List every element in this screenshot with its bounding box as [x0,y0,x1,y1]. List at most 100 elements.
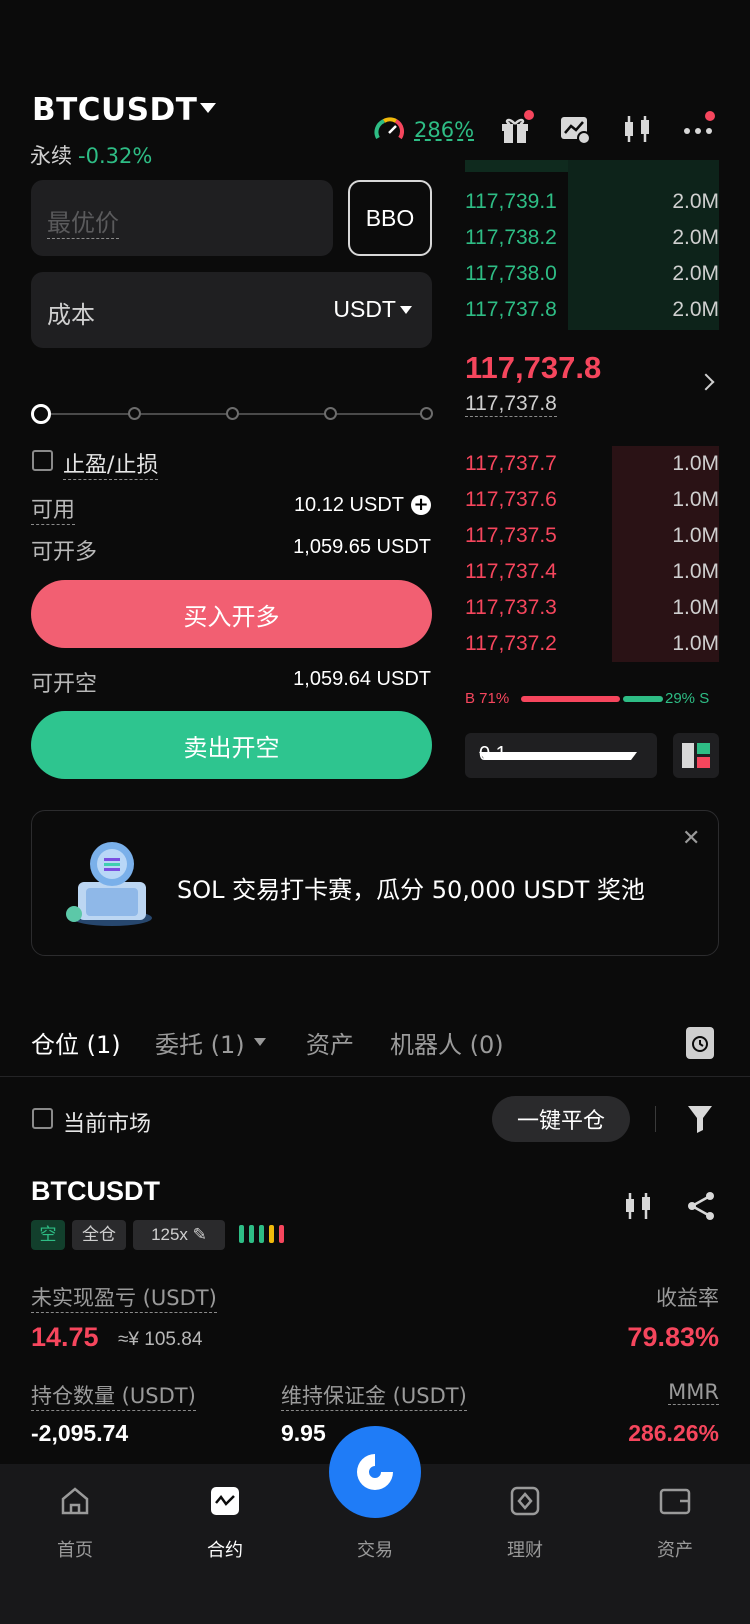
nav-label: 资产 [657,1540,693,1561]
slider-step[interactable] [420,407,433,420]
close-all-button[interactable]: 一键平仓 [492,1096,630,1142]
nav-label: 理财 [507,1540,543,1561]
maint-margin-value: 9.95 [281,1420,326,1446]
candlestick-icon[interactable] [622,1190,654,1222]
contract-type: 永续 [30,144,72,168]
mmr-value: 286.26% [628,1420,719,1446]
slider-step[interactable] [128,407,141,420]
mark-price[interactable]: 117,737.8 [465,392,557,417]
add-funds-icon[interactable]: + [411,495,431,515]
edit-icon[interactable]: ✎ [193,1225,207,1244]
leverage-badge[interactable]: 125x ✎ [133,1220,225,1250]
chevron-down-icon[interactable] [400,306,412,314]
price-change: -0.32% [78,144,153,168]
adl-indicator [239,1225,244,1243]
filter-icon[interactable] [686,1104,714,1134]
max-short-value: 1,059.64 USDT [293,668,431,690]
risk-gauge-icon[interactable] [374,116,404,146]
tpsl-label[interactable]: 止盈/止损 [63,447,159,480]
orderbook-row[interactable]: 117,737.7 1.0M [465,446,719,482]
chevron-down-icon[interactable] [254,1038,266,1046]
nav-label: 首页 [57,1540,93,1561]
bbo-button[interactable]: BBO [348,180,432,256]
current-market-checkbox[interactable] [32,1108,53,1129]
available-label: 可用 [31,492,76,525]
tab-orders[interactable]: 委托 (1) [155,1025,245,1060]
chevron-down-icon[interactable] [200,103,216,113]
share-icon[interactable] [685,1190,717,1222]
orderbook-row[interactable]: 117,738.0 2.0M [465,256,719,292]
home-icon [61,1487,89,1515]
orderbook-row[interactable]: 117,737.6 1.0M [465,482,719,518]
cost-unit-select[interactable]: USDT [333,296,396,323]
chart-settings-icon[interactable] [558,112,592,146]
buy-long-button[interactable]: 买入开多 [31,580,432,648]
unrealized-pnl-value: 14.75 [31,1322,99,1352]
tab-assets[interactable]: 资产 [306,1025,354,1060]
notification-dot [705,111,715,121]
cost-label: 成本 [47,301,95,329]
position-symbol[interactable]: BTCUSDT [31,1176,160,1207]
adl-indicator [269,1225,274,1243]
maint-margin-label[interactable]: 维持保证金 (USDT) [281,1380,467,1411]
available-value: 10.12 USDT [293,494,404,516]
trade-logo-icon [357,1454,393,1490]
futures-icon [211,1487,239,1515]
nav-label: 合约 [207,1540,243,1561]
history-icon[interactable] [686,1027,714,1059]
orderbook-row[interactable]: 117,737.3 1.0M [465,590,719,626]
side-badge: 空 [31,1220,65,1250]
tab-positions[interactable]: 仓位 (1) [31,1025,121,1060]
candlestick-icon[interactable] [620,112,654,146]
max-short-label: 可开空 [31,672,98,697]
orderbook-layout-icon[interactable] [673,733,719,778]
position-size-value: -2,095.74 [31,1420,129,1446]
price-placeholder: 最优价 [47,203,119,239]
close-icon[interactable]: ✕ [682,826,700,851]
adl-indicator [279,1225,284,1243]
price-input[interactable]: 最优价 [31,180,333,256]
slider-handle[interactable] [31,404,51,424]
nav-label: 交易 [357,1540,393,1561]
orderbook-row[interactable]: 117,738.2 2.0M [465,220,719,256]
sell-ratio-bar [623,696,663,702]
unrealized-pnl-label[interactable]: 未实现盈亏 (USDT) [31,1282,217,1313]
sell-short-button[interactable]: 卖出开空 [31,711,432,779]
leverage-value: 125x [151,1225,188,1244]
roe-label: 收益率 [656,1286,719,1310]
tpsl-checkbox[interactable] [32,450,53,471]
max-long-label: 可开多 [31,540,98,565]
margin-mode-badge: 全仓 [72,1220,126,1250]
trophy-illustration-icon [66,842,152,926]
orderbook-row[interactable]: 117,739.1 2.0M [465,184,719,220]
symbol-title[interactable]: BTCUSDT [32,92,197,128]
risk-gauge-value[interactable]: 286% [414,118,474,142]
orderbook-row[interactable]: 117,737.2 1.0M [465,626,719,662]
adl-indicator [249,1225,254,1243]
current-market-label[interactable]: 当前市场 [63,1106,151,1138]
last-price[interactable]: 117,737.8 [465,350,601,386]
roe-value: 79.83% [627,1322,719,1352]
slider-step[interactable] [324,407,337,420]
slider-step[interactable] [226,407,239,420]
orderbook-row[interactable]: 117,737.5 1.0M [465,518,719,554]
chevron-right-icon[interactable] [697,373,715,391]
earn-icon [510,1486,540,1516]
buy-ratio: B 71% [465,690,510,707]
cost-input[interactable]: 成本 USDT [31,272,432,348]
tab-bots[interactable]: 机器人 (0) [390,1025,504,1060]
trade-fab-button[interactable] [329,1426,421,1518]
precision-select[interactable]: 0.1 [465,733,657,778]
position-size-label[interactable]: 持仓数量 (USDT) [31,1380,196,1411]
wallet-icon [659,1488,691,1515]
sell-ratio: 29% S [665,690,710,707]
divider [0,1076,750,1077]
orderbook-row[interactable]: 117,737.4 1.0M [465,554,719,590]
banner-text[interactable]: SOL 交易打卡赛，瓜分 50,000 USDT 奖池 [177,870,645,905]
adl-indicator [259,1225,264,1243]
mmr-label[interactable]: MMR [668,1380,719,1405]
notification-dot [524,110,534,120]
chevron-down-icon [479,752,637,760]
orderbook-row[interactable]: 117,737.8 2.0M [465,292,719,328]
divider [655,1106,656,1132]
